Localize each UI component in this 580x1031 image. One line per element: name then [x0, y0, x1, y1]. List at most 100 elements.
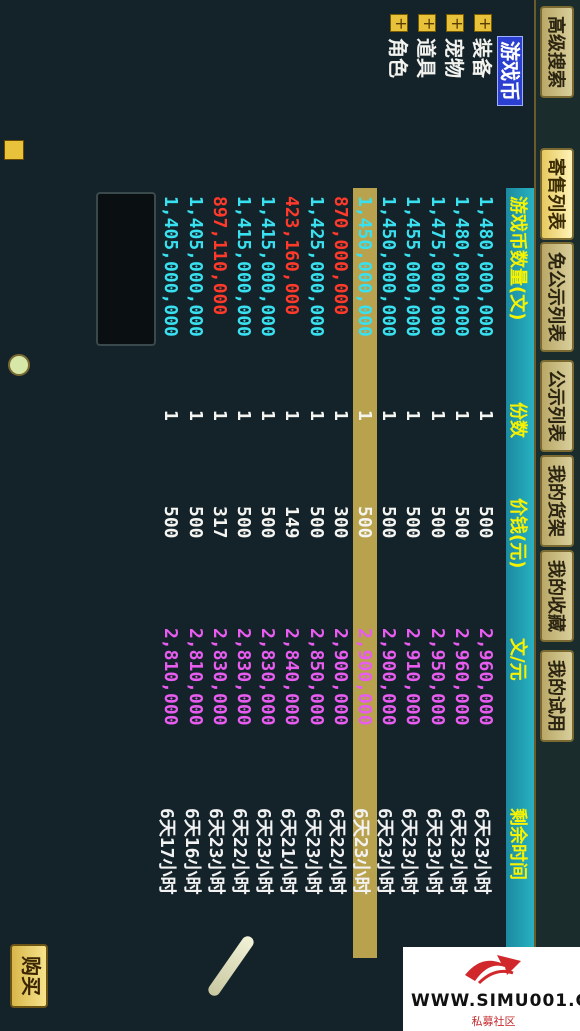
cell-time: 6天23小时	[253, 808, 275, 895]
slider-knob[interactable]	[8, 354, 30, 376]
tab-notice-list[interactable]: 公示列表	[540, 360, 574, 452]
cell-price: 500	[305, 506, 327, 539]
tab-my-trial[interactable]: 我的试用	[540, 650, 574, 742]
cell-shares: 1	[450, 410, 472, 421]
col-remaining: 剩余时间	[507, 808, 528, 880]
filter-equipment[interactable]: 装备	[470, 38, 498, 78]
cell-price: 317	[208, 506, 230, 539]
table-row[interactable]: 870,000,000 1 300 2,900,000 6天22小时	[326, 188, 353, 958]
cell-time: 6天23小时	[398, 808, 420, 895]
filter-pet[interactable]: 宠物	[442, 38, 470, 78]
cell-shares: 1	[233, 410, 254, 421]
cell-price: 500	[475, 506, 496, 539]
logo-icon	[465, 955, 521, 985]
cell-rate: 2,840,000	[281, 628, 303, 726]
table-row[interactable]: 423,160,000 1 149 2,840,000 6天21小时	[277, 188, 304, 958]
table-row[interactable]: 1,480,000,000 1 500 2,960,000 6天23小时	[447, 188, 474, 958]
cell-time: 6天23小时	[374, 808, 396, 895]
expand-icon[interactable]	[446, 14, 464, 32]
table-row[interactable]: 1,450,000,000 1 500 2,900,000 6天23小时	[374, 188, 401, 958]
cell-price: 500	[160, 506, 182, 539]
table-row[interactable]: 1,450,000,000 1 500 2,900,000 6天23小时	[350, 188, 377, 958]
cell-rate: 2,810,000	[160, 628, 182, 726]
tab-advanced-search[interactable]: 高级搜索	[540, 6, 574, 98]
tab-no-notice-list[interactable]: 免公示列表	[540, 242, 574, 352]
buy-button[interactable]: 购买	[10, 944, 48, 1008]
cell-price: 500	[233, 506, 254, 539]
cell-time: 6天17小时	[156, 808, 178, 895]
cell-rate: 2,830,000	[208, 628, 230, 726]
category-filter: 游戏币 装备 宠物 道具 角色	[16, 0, 536, 165]
cell-price: 300	[329, 506, 351, 539]
cell-rate: 2,830,000	[233, 628, 254, 726]
cell-price: 500	[257, 506, 279, 539]
cell-shares: 1	[305, 410, 327, 421]
cell-amount: 897,110,000	[208, 196, 230, 316]
cell-shares: 1	[354, 410, 375, 421]
cell-amount: 1,415,000,000	[257, 196, 279, 337]
cell-amount: 1,450,000,000	[378, 196, 400, 337]
cell-time: 6天16小时	[180, 808, 202, 895]
cell-shares: 1	[426, 410, 448, 421]
cell-price: 500	[184, 506, 206, 539]
expand-icon[interactable]	[418, 14, 436, 32]
table-row[interactable]: 1,455,000,000 1 500 2,910,000 6天23小时	[398, 188, 425, 958]
cell-price: 500	[426, 506, 448, 539]
cell-price: 500	[378, 506, 400, 539]
cell-time: 6天21小时	[277, 808, 299, 895]
cell-amount: 423,160,000	[281, 196, 303, 316]
cell-rate: 2,960,000	[475, 628, 496, 726]
watermark: WWW.SIMU001.CN 私募社区	[403, 947, 580, 1031]
cell-shares: 1	[160, 410, 182, 421]
cell-rate: 2,910,000	[402, 628, 424, 726]
scroll-arrow-icon[interactable]	[4, 140, 24, 160]
table-header: 游戏币数量(文) 份数 价钱(元) 文/元 剩余时间	[506, 188, 534, 958]
cell-amount: 1,475,000,000	[426, 196, 448, 337]
cell-rate: 2,900,000	[329, 628, 351, 726]
cell-rate: 2,900,000	[378, 628, 400, 726]
cell-rate: 2,830,000	[257, 628, 279, 726]
cell-amount: 1,455,000,000	[402, 196, 424, 337]
col-shares: 份数	[507, 402, 528, 438]
table-row[interactable]: 1,425,000,000 1 500 2,850,000 6天23小时	[302, 188, 329, 958]
table-row[interactable]: 1,415,000,000 1 500 2,830,000 6天23小时	[253, 188, 280, 958]
tab-consignment-list[interactable]: 寄售列表	[540, 148, 574, 240]
filter-coin[interactable]: 游戏币	[497, 36, 526, 106]
cell-shares: 1	[257, 410, 279, 421]
table-row[interactable]: 1,405,000,000 1 500 2,810,000 6天17小时	[156, 188, 183, 958]
filter-item[interactable]: 道具	[414, 38, 442, 78]
expand-icon[interactable]	[390, 14, 408, 32]
cell-time: 6天23小时	[350, 808, 371, 895]
cell-amount: 1,480,000,000	[450, 196, 472, 337]
cell-amount: 1,415,000,000	[233, 196, 254, 337]
table-row[interactable]: 1,405,000,000 1 500 2,810,000 6天16小时	[181, 188, 208, 958]
screen: 高级搜索 寄售列表 免公示列表 公示列表 我的货架 我的收藏 我的试用 游戏币 …	[0, 0, 580, 1031]
cell-rate: 2,900,000	[354, 628, 375, 726]
cell-rate: 2,850,000	[305, 628, 327, 726]
filter-character[interactable]: 角色	[386, 38, 414, 78]
col-price: 价钱(元)	[507, 498, 528, 569]
cell-time: 6天23小时	[301, 808, 323, 895]
table-row[interactable]: 1,415,000,000 1 500 2,830,000 6天22小时	[229, 188, 256, 958]
cell-shares: 1	[281, 410, 303, 421]
cell-shares: 1	[208, 410, 230, 421]
tab-my-shelf[interactable]: 我的货架	[540, 455, 574, 547]
cell-amount: 870,000,000	[329, 196, 351, 316]
cell-shares: 1	[378, 410, 400, 421]
search-box[interactable]	[96, 192, 156, 346]
coin-label: 游戏币	[497, 36, 523, 106]
cell-rate: 2,810,000	[184, 628, 206, 726]
cell-amount: 1,425,000,000	[305, 196, 327, 337]
cell-amount: 1,450,000,000	[354, 196, 375, 337]
table-row[interactable]: 1,475,000,000 1 500 2,950,000 6天23小时	[423, 188, 450, 958]
cell-amount: 1,405,000,000	[160, 196, 182, 337]
cell-shares: 1	[329, 410, 351, 421]
tab-my-favorites[interactable]: 我的收藏	[540, 550, 574, 642]
table-row[interactable]: 897,110,000 1 317 2,830,000 6天23小时	[205, 188, 232, 958]
cell-price: 500	[450, 506, 472, 539]
table-row[interactable]: 1,480,000,000 1 500 2,960,000 6天23小时	[471, 188, 498, 958]
cell-time: 6天22小时	[325, 808, 347, 895]
cell-price: 500	[402, 506, 424, 539]
cell-time: 6天22小时	[229, 808, 250, 895]
expand-icon[interactable]	[474, 14, 492, 32]
